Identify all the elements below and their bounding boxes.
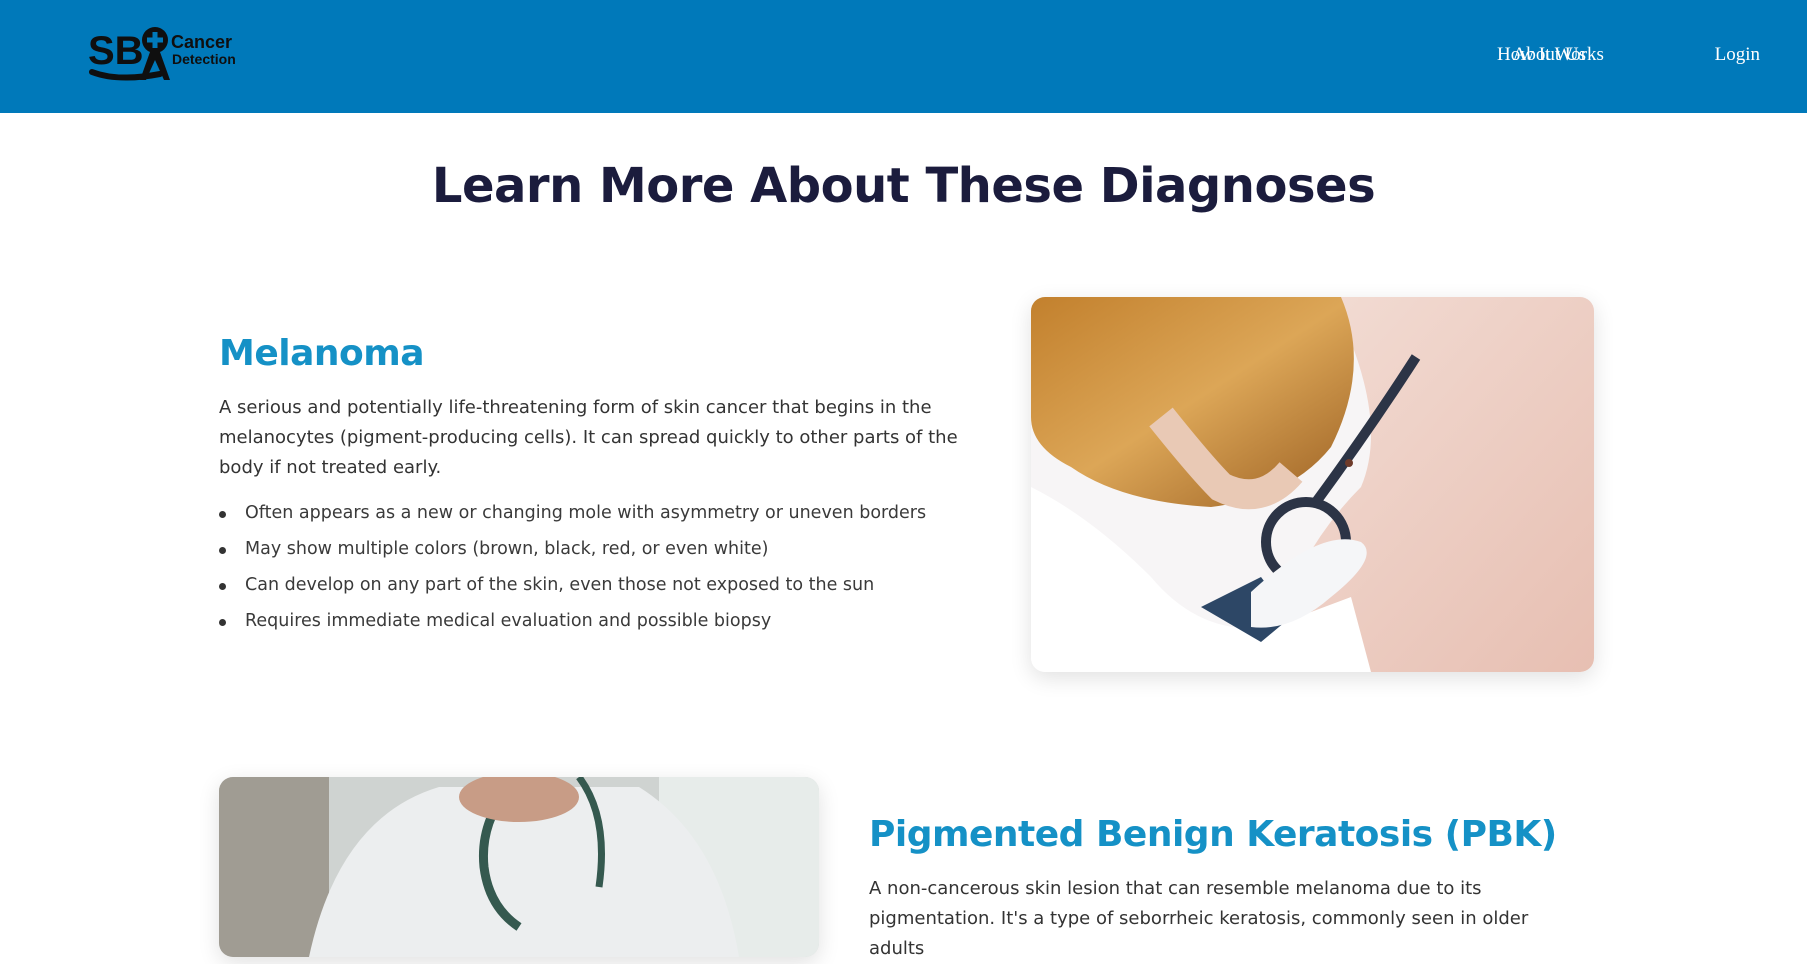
logo-text-line2: Detection bbox=[172, 51, 236, 67]
section-title-melanoma: Melanoma bbox=[219, 333, 425, 374]
site-header: SB Cancer Detection About Us Login How I… bbox=[0, 0, 1807, 113]
list-item: Requires immediate medical evaluation an… bbox=[218, 603, 926, 639]
list-item: May show multiple colors (brown, black, … bbox=[218, 531, 926, 567]
pbk-image bbox=[219, 777, 819, 957]
logo-text-line1: Cancer bbox=[171, 32, 232, 52]
nav-login[interactable]: Login bbox=[1715, 44, 1760, 66]
logo-text-main: SB bbox=[88, 29, 144, 73]
melanoma-image bbox=[1031, 297, 1594, 672]
list-item: Can develop on any part of the skin, eve… bbox=[218, 567, 926, 603]
melanoma-bullet-list: Often appears as a new or changing mole … bbox=[218, 495, 926, 639]
nav-how-it-works[interactable]: How It Works bbox=[1497, 44, 1604, 66]
section-description-pbk: A non-cancerous skin lesion that can res… bbox=[869, 878, 1529, 959]
section-description-melanoma: A serious and potentially life-threateni… bbox=[219, 397, 958, 478]
page-title: Learn More About These Diagnoses bbox=[431, 158, 1376, 214]
list-item: Often appears as a new or changing mole … bbox=[218, 495, 926, 531]
section-title-pbk: Pigmented Benign Keratosis (PBK) bbox=[869, 814, 1557, 855]
site-logo[interactable]: SB Cancer Detection bbox=[88, 22, 248, 84]
